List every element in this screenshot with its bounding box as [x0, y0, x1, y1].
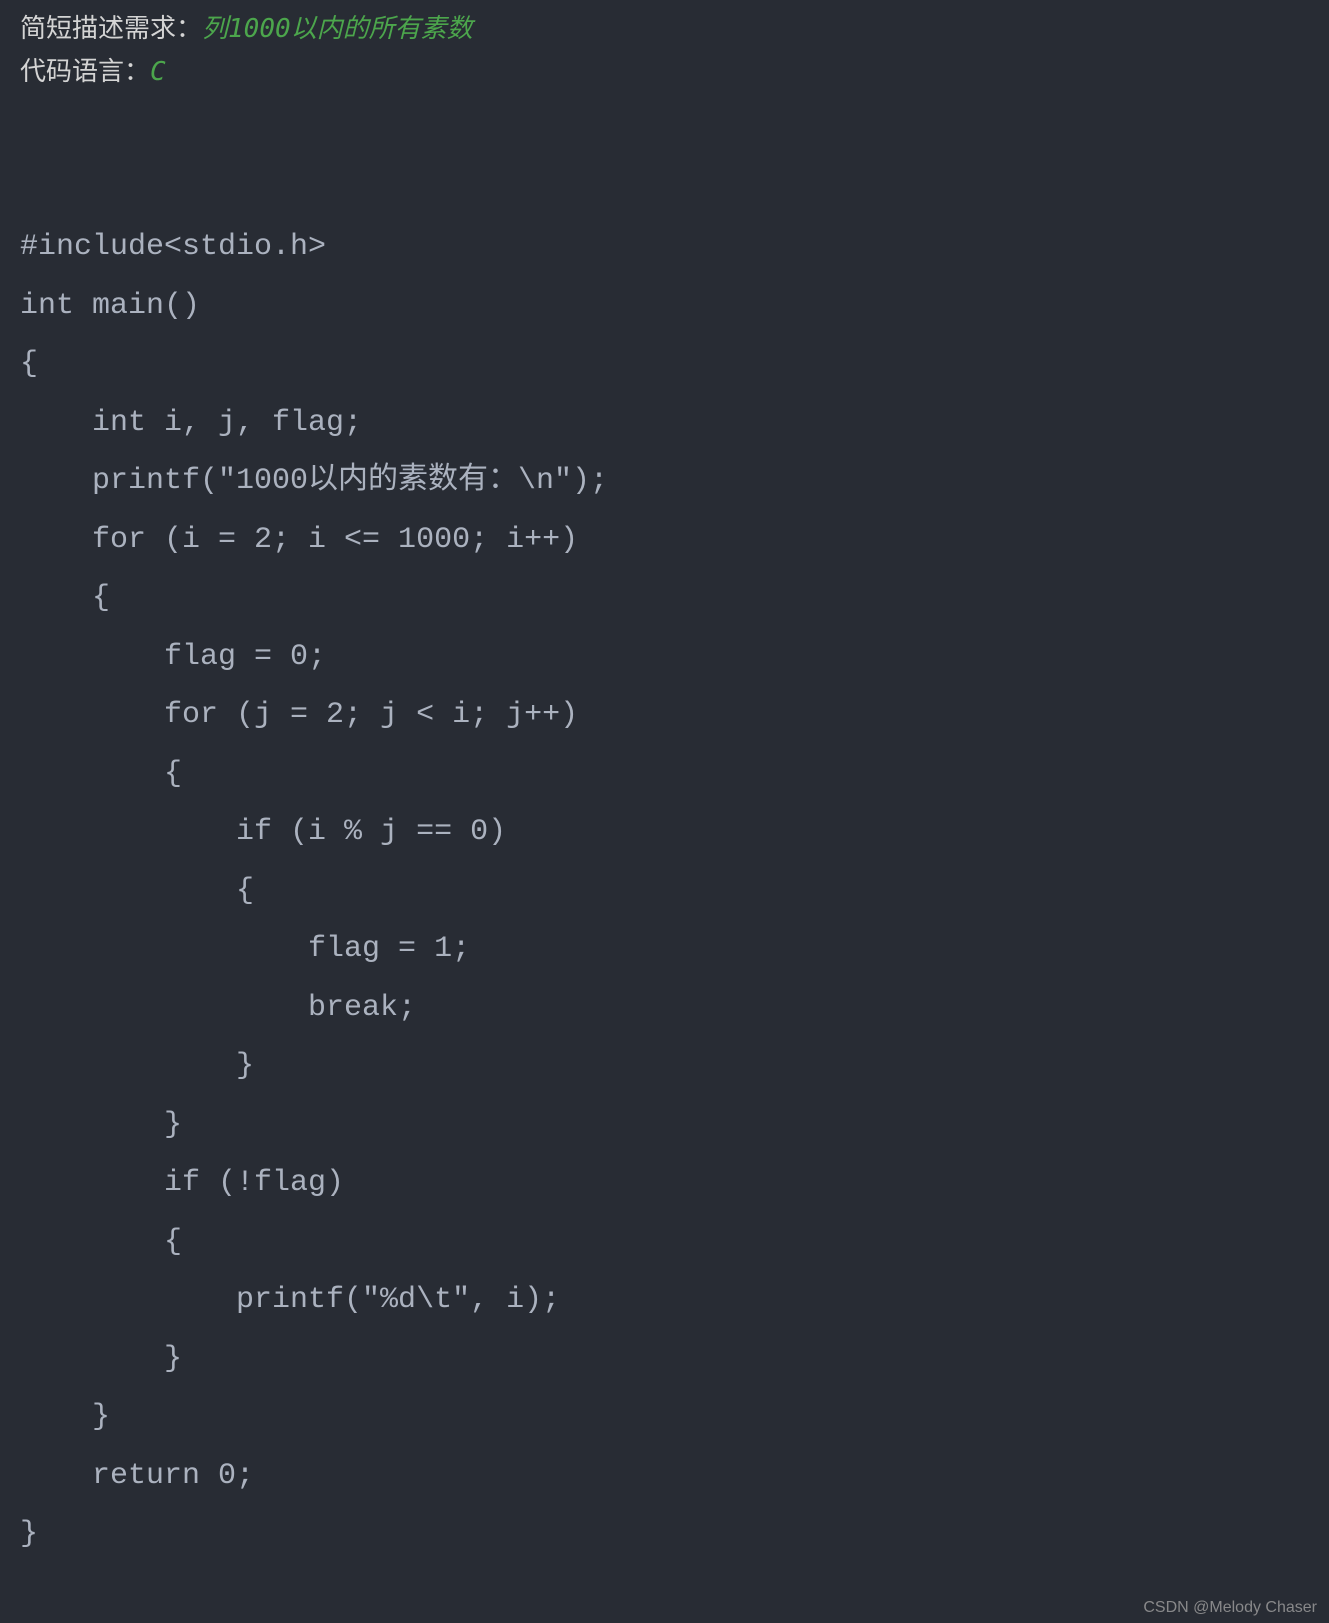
prompt-label: 简短描述需求： [20, 13, 202, 43]
code-line: return 0; [20, 1459, 254, 1493]
code-line: { [20, 1225, 182, 1259]
lang-value: C [150, 57, 166, 87]
code-line: int i, j, flag; [20, 406, 362, 440]
code-line: flag = 1; [20, 932, 470, 966]
code-line: int main() [20, 289, 200, 323]
code-line: flag = 0; [20, 640, 326, 674]
code-line: } [20, 1400, 110, 1434]
code-line: { [20, 347, 38, 381]
prompt-post: 以内的所有素数 [291, 13, 473, 43]
code-line: } [20, 1049, 254, 1083]
code-line: { [20, 757, 182, 791]
code-line: if (i % j == 0) [20, 815, 506, 849]
prompt-num: 1000 [228, 14, 291, 44]
code-line: for (i = 2; i <= 1000; i++) [20, 523, 578, 557]
watermark: CSDN @Melody Chaser [1143, 1599, 1317, 1617]
lang-label: 代码语言： [20, 56, 150, 86]
prompt-line: 简短描述需求：列1000以内的所有素数 [20, 8, 1309, 45]
prompt-pre: 列 [202, 13, 228, 43]
code-line: } [20, 1517, 38, 1551]
code-line: { [20, 874, 254, 908]
lang-line: 代码语言：C [20, 51, 1309, 88]
code-line: } [20, 1342, 182, 1376]
code-line: } [20, 1108, 182, 1142]
code-line: if (!flag) [20, 1166, 344, 1200]
code-block[interactable]: #include<stdio.h> int main() { int i, j,… [0, 188, 1329, 1584]
code-line: printf("%d\t", i); [20, 1283, 560, 1317]
code-line: break; [20, 991, 416, 1025]
code-line: { [20, 581, 110, 615]
code-line: for (j = 2; j < i; j++) [20, 698, 578, 732]
code-line: printf("1000以内的素数有：\n"); [20, 464, 608, 498]
code-line: #include<stdio.h> [20, 230, 326, 264]
header: 简短描述需求：列1000以内的所有素数 代码语言：C [0, 0, 1329, 98]
